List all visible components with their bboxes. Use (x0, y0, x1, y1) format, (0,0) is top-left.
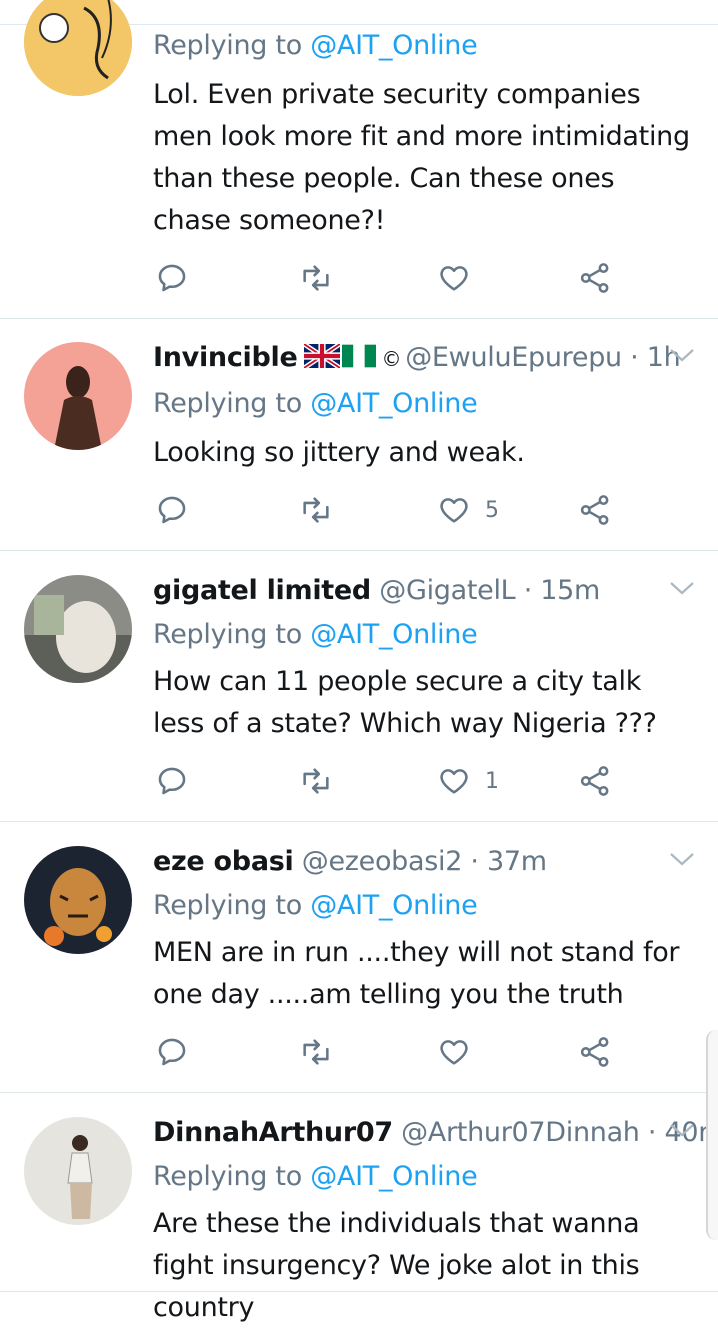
reply-button[interactable] (155, 258, 189, 298)
share-icon (580, 495, 609, 525)
tweet-header: Invincible © @EwuluEpurepu · 1h (153, 342, 681, 375)
like-icon (440, 1040, 468, 1065)
display-name[interactable]: DinnahArthur07 (153, 1117, 393, 1148)
like-button[interactable] (437, 1032, 485, 1072)
avatar[interactable] (24, 846, 132, 954)
tweet-actions (0, 258, 718, 298)
reply-icon (158, 496, 186, 524)
retweet-icon (303, 497, 329, 523)
tweet-text: Are these the individuals that wanna fig… (153, 1208, 640, 1323)
tweet-header: gigatel limited @GigatelL · 15m (153, 575, 601, 606)
retweet-button[interactable] (298, 258, 334, 298)
reply-icon (158, 1038, 186, 1066)
share-button[interactable] (578, 490, 612, 530)
like-icon (440, 769, 468, 794)
handle[interactable]: @EwuluEpurepu (405, 342, 622, 373)
replying-to: Replying to @AIT_Online (153, 30, 478, 61)
tweet-actions: 1 (0, 761, 718, 801)
tweet[interactable]: DinnahArthur07 @Arthur07Dinnah · 40m Rep… (0, 1093, 718, 1323)
like-button[interactable]: 1 (437, 761, 499, 801)
reply-button[interactable] (155, 490, 189, 530)
scrollbar[interactable] (706, 1030, 718, 1240)
tweet-header: eze obasi @ezeobasi2 · 37m (153, 846, 547, 877)
mention-link[interactable]: @AIT_Online (310, 388, 478, 419)
reply-icon (158, 767, 186, 795)
tweet[interactable]: eze obasi @ezeobasi2 · 37m Replying to @… (0, 822, 718, 1093)
reply-button[interactable] (155, 761, 189, 801)
tweet-actions (0, 1032, 718, 1072)
retweet-button[interactable] (298, 1032, 334, 1072)
mention-link[interactable]: @AIT_Online (310, 619, 478, 650)
avatar[interactable] (24, 342, 132, 450)
avatar[interactable] (24, 575, 132, 683)
retweet-icon (303, 768, 329, 794)
replying-to: Replying to @AIT_Online (153, 890, 478, 921)
handle[interactable]: @Arthur07Dinnah (401, 1117, 640, 1148)
copyright-badge: © (381, 347, 402, 371)
mention-link[interactable]: @AIT_Online (310, 1161, 478, 1192)
uk-flag-icon (302, 342, 341, 375)
chevron-down-icon[interactable] (668, 850, 696, 868)
display-name[interactable]: gigatel limited (153, 575, 371, 606)
avatar[interactable] (24, 0, 132, 96)
tweet[interactable]: Replying to @AIT_Online Lol. Even privat… (0, 0, 718, 319)
handle[interactable]: @ezeobasi2 (302, 846, 463, 877)
display-name[interactable]: Invincible (153, 342, 298, 373)
like-icon (440, 266, 468, 291)
timestamp[interactable]: 37m (487, 846, 547, 877)
like-count: 5 (485, 497, 499, 523)
share-button[interactable] (578, 761, 612, 801)
display-name[interactable]: eze obasi (153, 846, 294, 877)
reply-button[interactable] (155, 1032, 189, 1072)
share-button[interactable] (578, 258, 612, 298)
like-button[interactable]: 5 (437, 490, 499, 530)
tweet[interactable]: Invincible © @EwuluEpurepu · 1h Replying t… (0, 318, 718, 551)
share-button[interactable] (578, 1032, 612, 1072)
chevron-down-icon[interactable] (668, 579, 696, 597)
tweet-text: MEN are in run ....they will not stand f… (153, 937, 680, 1010)
share-icon (580, 263, 609, 293)
replying-to: Replying to @AIT_Online (153, 1161, 478, 1192)
tweet-text: Lol. Even private security companies men… (153, 79, 690, 236)
avatar[interactable] (24, 1117, 132, 1225)
chevron-down-icon[interactable] (668, 346, 696, 364)
like-count: 1 (485, 768, 499, 794)
reply-icon (158, 264, 186, 292)
tweet-actions: 5 (0, 490, 718, 530)
replying-to: Replying to @AIT_Online (153, 619, 478, 650)
replying-to: Replying to @AIT_Online (153, 388, 478, 419)
retweet-button[interactable] (298, 490, 334, 530)
tweet-text: Looking so jittery and weak. (153, 437, 525, 468)
retweet-button[interactable] (298, 761, 334, 801)
mention-link[interactable]: @AIT_Online (310, 30, 478, 61)
timestamp[interactable]: 15m (540, 575, 600, 606)
mention-link[interactable]: @AIT_Online (310, 890, 478, 921)
like-button[interactable] (437, 258, 485, 298)
tweet-text: How can 11 people secure a city talk les… (153, 666, 657, 739)
tweet-header: DinnahArthur07 @Arthur07Dinnah · 40m (153, 1117, 718, 1148)
like-icon (440, 498, 468, 523)
chevron-down-icon[interactable] (668, 1121, 696, 1139)
nigeria-flag-icon (341, 344, 376, 375)
handle[interactable]: @GigatelL (379, 575, 515, 606)
share-icon (580, 1037, 609, 1067)
retweet-icon (303, 265, 329, 291)
tweet[interactable]: gigatel limited @GigatelL · 15m Replying… (0, 551, 718, 822)
retweet-icon (303, 1039, 329, 1065)
share-icon (580, 766, 609, 796)
